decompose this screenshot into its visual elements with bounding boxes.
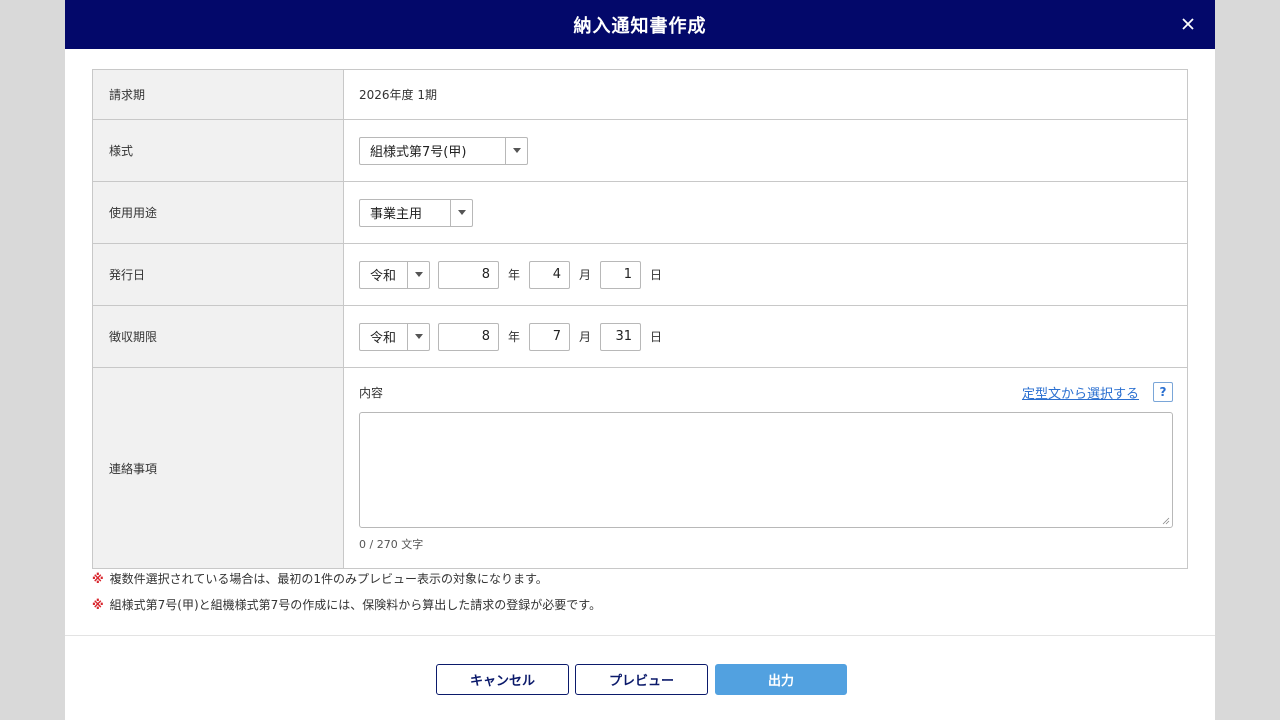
- usage-selected-value: 事業主用: [370, 207, 423, 222]
- issue-date-year-unit: 年: [508, 268, 521, 282]
- due-date-year-unit: 年: [508, 330, 521, 344]
- format-selected-value: 組様式第7号(甲): [370, 145, 467, 160]
- close-button[interactable]: [1175, 11, 1201, 37]
- preview-button[interactable]: プレビュー: [575, 664, 708, 695]
- output-button[interactable]: 出力: [715, 664, 847, 695]
- chevron-down-icon: [407, 323, 429, 350]
- due-date-era-value: 令和: [370, 331, 397, 346]
- chevron-down-icon: [450, 199, 472, 226]
- chevron-down-icon: [505, 137, 527, 164]
- billing-period-value: 2026年度 1期: [359, 88, 437, 102]
- due-date-day-unit: 日: [650, 330, 663, 344]
- chevron-down-icon: [407, 261, 429, 288]
- issue-date-day-unit: 日: [650, 268, 663, 282]
- character-counter: 0 / 270 文字: [359, 538, 424, 551]
- due-date-label: 徴収期限: [93, 306, 344, 367]
- modal-title: 納入通知書作成: [573, 15, 707, 37]
- notice-2: ※ 組様式第7号(甲)と組機様式第7号の作成には、保険料から算出した請求の登録が…: [92, 596, 601, 613]
- format-row: 様式 組様式第7号(甲): [93, 120, 1187, 182]
- cancel-button[interactable]: キャンセル: [436, 664, 569, 695]
- issue-date-day-input[interactable]: 1: [600, 260, 642, 289]
- usage-label: 使用用途: [93, 182, 344, 243]
- help-icon[interactable]: ?: [1153, 382, 1173, 402]
- billing-period-label: 請求期: [93, 70, 344, 119]
- notes-content-label: 内容: [359, 385, 384, 400]
- resize-grip-icon[interactable]: [1162, 517, 1170, 525]
- due-date-row: 徴収期限 令和 8 年 7 月 31 日: [93, 306, 1187, 368]
- due-date-era-select[interactable]: 令和: [359, 322, 430, 351]
- notice-text: 組様式第7号(甲)と組機様式第7号の作成には、保険料から算出した請求の登録が必要…: [109, 598, 602, 612]
- due-date-year-input[interactable]: 8: [438, 322, 499, 351]
- due-date-month-unit: 月: [579, 330, 592, 344]
- usage-row: 使用用途 事業主用: [93, 182, 1187, 244]
- notice-mark: ※: [92, 597, 104, 612]
- close-icon: [1182, 18, 1194, 30]
- notes-textarea[interactable]: [359, 412, 1173, 528]
- format-select[interactable]: 組様式第7号(甲): [359, 136, 528, 165]
- notes-label: 連絡事項: [93, 368, 344, 568]
- issue-date-year-input[interactable]: 8: [438, 260, 499, 289]
- issue-date-month-input[interactable]: 4: [529, 260, 571, 289]
- issue-date-era-value: 令和: [370, 269, 397, 284]
- issue-date-month-unit: 月: [579, 268, 592, 282]
- modal-header: 納入通知書作成: [65, 0, 1215, 49]
- form-table: 請求期 2026年度 1期 様式 組様式第7号(甲) 使用用途 事業主用 発行日…: [92, 69, 1188, 569]
- format-label: 様式: [93, 120, 344, 181]
- select-template-link[interactable]: 定型文から選択する: [1022, 383, 1139, 402]
- create-payment-notice-modal: 納入通知書作成 請求期 2026年度 1期 様式 組様式第7号(甲) 使用用途 …: [65, 0, 1215, 720]
- due-date-month-input[interactable]: 7: [529, 322, 571, 351]
- footer-divider: [65, 635, 1215, 636]
- notice-mark: ※: [92, 571, 104, 586]
- issue-date-label: 発行日: [93, 244, 344, 305]
- notice-text: 複数件選択されている場合は、最初の1件のみプレビュー表示の対象になります。: [109, 572, 548, 586]
- notes-row: 連絡事項 内容 定型文から選択する ? 0 / 270 文字: [93, 368, 1187, 568]
- issue-date-era-select[interactable]: 令和: [359, 260, 430, 289]
- issue-date-row: 発行日 令和 8 年 4 月 1 日: [93, 244, 1187, 306]
- notice-1: ※ 複数件選択されている場合は、最初の1件のみプレビュー表示の対象になります。: [92, 570, 548, 587]
- usage-select[interactable]: 事業主用: [359, 198, 473, 227]
- billing-period-row: 請求期 2026年度 1期: [93, 70, 1187, 120]
- due-date-day-input[interactable]: 31: [600, 322, 642, 351]
